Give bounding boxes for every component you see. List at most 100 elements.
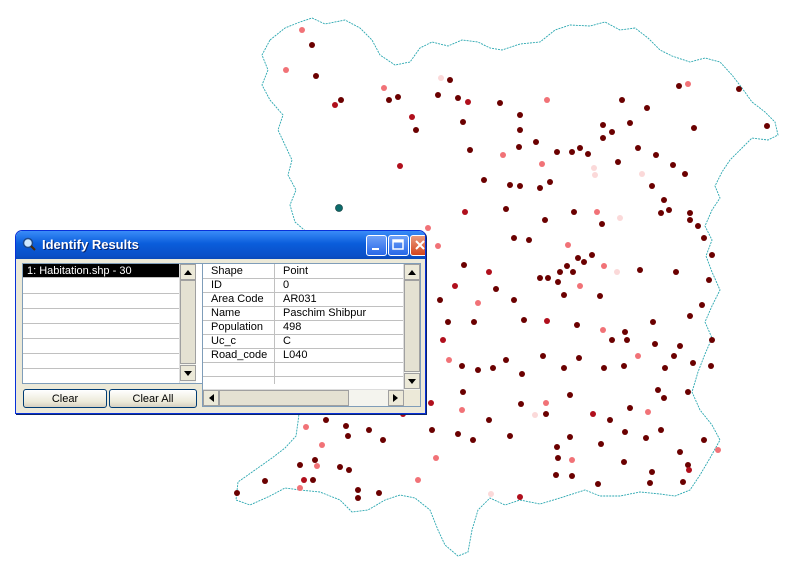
habitation-point[interactable] (319, 442, 325, 448)
habitation-point[interactable] (599, 221, 605, 227)
habitation-point[interactable] (655, 387, 661, 393)
habitation-point[interactable] (569, 457, 575, 463)
habitation-point[interactable] (557, 269, 563, 275)
table-row[interactable]: Road_code L040 (203, 348, 403, 363)
habitation-point[interactable] (526, 237, 532, 243)
habitation-point[interactable] (475, 300, 481, 306)
habitation-point[interactable] (481, 177, 487, 183)
minimize-button[interactable] (366, 235, 387, 256)
habitation-point[interactable] (686, 467, 692, 473)
habitation-point[interactable] (647, 480, 653, 486)
habitation-point[interactable] (595, 481, 601, 487)
habitation-point[interactable] (649, 469, 655, 475)
habitation-point[interactable] (687, 217, 693, 223)
habitation-point[interactable] (234, 490, 240, 496)
scroll-down-button[interactable] (180, 365, 196, 381)
habitation-point[interactable] (553, 472, 559, 478)
habitation-point[interactable] (533, 139, 539, 145)
habitation-point[interactable] (627, 120, 633, 126)
habitation-point[interactable] (507, 433, 513, 439)
habitation-point[interactable] (521, 317, 527, 323)
habitation-point[interactable] (621, 459, 627, 465)
habitation-point[interactable] (673, 269, 679, 275)
habitation-point[interactable] (428, 400, 434, 406)
habitation-point[interactable] (446, 357, 452, 363)
habitation-point[interactable] (425, 225, 431, 231)
habitation-point[interactable] (637, 267, 643, 273)
habitation-point[interactable] (517, 112, 523, 118)
habitation-point[interactable] (614, 269, 620, 275)
habitation-point[interactable] (435, 243, 441, 249)
list-item[interactable] (23, 339, 179, 354)
habitation-point[interactable] (455, 431, 461, 437)
habitation-point[interactable] (600, 122, 606, 128)
habitation-point[interactable] (662, 365, 668, 371)
habitation-point[interactable] (617, 215, 623, 221)
habitation-point[interactable] (437, 297, 443, 303)
habitation-point[interactable] (537, 185, 543, 191)
habitation-point[interactable] (517, 127, 523, 133)
habitation-point[interactable] (507, 182, 513, 188)
habitation-point[interactable] (517, 183, 523, 189)
habitation-point[interactable] (561, 292, 567, 298)
habitation-point[interactable] (415, 477, 421, 483)
habitation-point[interactable] (386, 97, 392, 103)
habitation-point[interactable] (591, 165, 597, 171)
list-item[interactable] (23, 369, 179, 383)
habitation-point[interactable] (619, 97, 625, 103)
habitation-point[interactable] (313, 73, 319, 79)
habitation-point[interactable] (567, 434, 573, 440)
habitation-point[interactable] (297, 485, 303, 491)
close-button[interactable] (410, 235, 425, 256)
habitation-point[interactable] (575, 255, 581, 261)
habitation-point[interactable] (570, 269, 576, 275)
habitation-point[interactable] (687, 313, 693, 319)
habitation-point[interactable] (576, 355, 582, 361)
habitation-point[interactable] (355, 495, 361, 501)
table-row[interactable]: Population 498 (203, 320, 403, 335)
results-list[interactable]: 1: Habitation.shp - 30 (22, 263, 203, 384)
list-item[interactable] (23, 309, 179, 324)
habitation-point[interactable] (598, 441, 604, 447)
habitation-point[interactable] (475, 367, 481, 373)
habitation-point[interactable] (577, 283, 583, 289)
habitation-point[interactable] (643, 435, 649, 441)
habitation-point[interactable] (622, 429, 628, 435)
habitation-point[interactable] (601, 263, 607, 269)
habitation-point[interactable] (537, 275, 543, 281)
attributes-horizontal-scrollbar[interactable] (203, 389, 404, 406)
habitation-point[interactable] (310, 477, 316, 483)
table-row[interactable]: ID 0 (203, 278, 403, 293)
habitation-point[interactable] (594, 209, 600, 215)
table-row[interactable]: Uc_c C (203, 334, 403, 349)
habitation-point[interactable] (413, 127, 419, 133)
table-row[interactable] (203, 362, 403, 377)
habitation-point[interactable] (488, 491, 494, 497)
habitation-point[interactable] (460, 119, 466, 125)
habitation-point[interactable] (433, 455, 439, 461)
habitation-point[interactable] (511, 297, 517, 303)
habitation-point[interactable] (695, 223, 701, 229)
habitation-point[interactable] (544, 318, 550, 324)
habitation-point[interactable] (736, 86, 742, 92)
habitation-point[interactable] (380, 437, 386, 443)
list-item[interactable]: 1: Habitation.shp - 30 (23, 264, 179, 278)
selected-habitation-point[interactable] (335, 204, 343, 212)
habitation-point[interactable] (706, 277, 712, 283)
habitation-point[interactable] (691, 125, 697, 131)
habitation-point[interactable] (569, 149, 575, 155)
habitation-point[interactable] (486, 417, 492, 423)
habitation-point[interactable] (677, 449, 683, 455)
habitation-point[interactable] (650, 319, 656, 325)
habitation-point[interactable] (465, 99, 471, 105)
habitation-point[interactable] (690, 360, 696, 366)
habitation-point[interactable] (624, 337, 630, 343)
habitation-point[interactable] (699, 302, 705, 308)
habitation-point[interactable] (609, 129, 615, 135)
habitation-point[interactable] (680, 479, 686, 485)
habitation-point[interactable] (677, 343, 683, 349)
results-vertical-scrollbar[interactable] (179, 264, 196, 383)
habitation-point[interactable] (459, 407, 465, 413)
habitation-point[interactable] (543, 400, 549, 406)
habitation-point[interactable] (661, 197, 667, 203)
